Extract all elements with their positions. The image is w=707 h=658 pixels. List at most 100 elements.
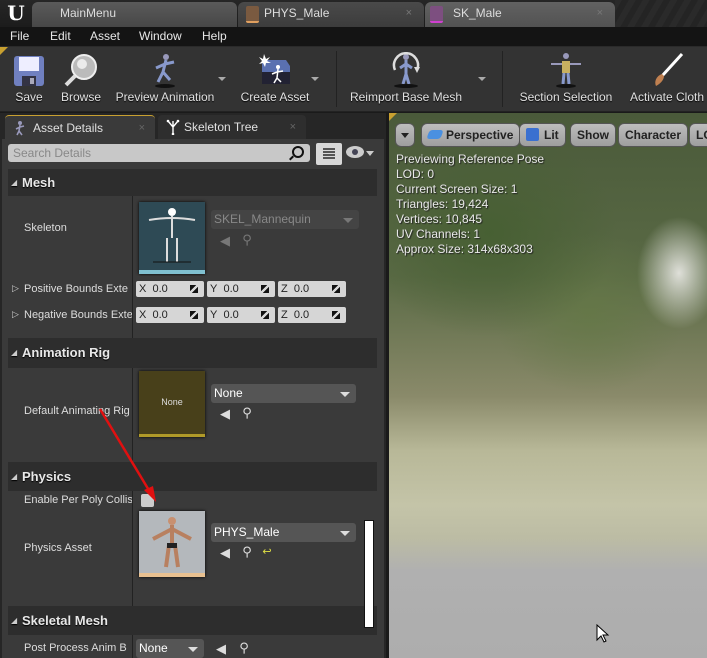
axis-value: 0.0 xyxy=(293,309,310,321)
physics-asset-thumbnail[interactable] xyxy=(139,511,205,577)
default-rig-combo[interactable]: None xyxy=(211,384,356,403)
per-poly-checkbox[interactable] xyxy=(141,494,154,507)
menu-edit[interactable]: Edit xyxy=(50,29,71,43)
browse-search-icon[interactable]: ⚲ xyxy=(237,641,251,655)
axis-label: X xyxy=(139,283,147,295)
menu-help[interactable]: Help xyxy=(202,29,227,43)
column-divider xyxy=(132,511,133,606)
paintbrush-icon xyxy=(655,52,684,86)
title-bar-background xyxy=(615,0,707,27)
close-icon[interactable]: × xyxy=(290,115,296,139)
lod-button[interactable]: LO xyxy=(689,123,707,147)
use-selected-arrow-icon[interactable]: ◀ xyxy=(214,642,228,656)
use-selected-arrow-icon[interactable]: ◀ xyxy=(218,407,232,421)
tab-main-menu[interactable]: MainMenu xyxy=(32,2,237,27)
details-scrollbar[interactable] xyxy=(364,520,374,628)
reimport-base-mesh-button[interactable]: Reimport Base Mesh xyxy=(348,50,464,108)
spin-icon[interactable] xyxy=(190,311,198,319)
preview-animation-button[interactable]: Preview Animation xyxy=(112,50,218,108)
viewport[interactable]: Perspective Lit Show Character LO Previe… xyxy=(389,113,707,658)
axis-value: 0.0 xyxy=(152,283,168,295)
viewport-info-line: UV Channels: 1 xyxy=(396,227,481,241)
category-physics[interactable]: Physics xyxy=(8,462,377,491)
category-animation-rig[interactable]: Animation Rig xyxy=(8,338,377,368)
unreal-logo-icon: U xyxy=(7,1,25,25)
expand-arrow-icon[interactable]: ▷ xyxy=(12,309,19,320)
close-icon[interactable]: × xyxy=(406,2,412,25)
category-mesh[interactable]: Mesh xyxy=(8,169,377,196)
menu-asset[interactable]: Asset xyxy=(90,29,120,43)
category-skeletal-mesh[interactable]: Skeletal Mesh xyxy=(8,606,377,635)
negative-bounds-label: Negative Bounds Exte xyxy=(24,309,132,321)
default-rig-value: None xyxy=(214,386,243,400)
default-rig-label: Default Animating Rig xyxy=(24,405,130,417)
lit-cube-icon xyxy=(526,128,539,141)
skeleton-thumbnail[interactable] xyxy=(139,202,205,274)
lit-button[interactable]: Lit xyxy=(519,123,566,147)
search-details-input[interactable]: Search Details xyxy=(8,144,310,162)
section-selection-button[interactable]: Section Selection xyxy=(516,50,616,108)
show-label: Show xyxy=(577,128,609,142)
positive-bounds-y-field[interactable]: Y 0.0 xyxy=(207,281,275,297)
spin-icon[interactable] xyxy=(190,285,198,293)
spin-icon[interactable] xyxy=(261,311,269,319)
menu-window[interactable]: Window xyxy=(139,29,182,43)
close-icon[interactable]: × xyxy=(139,116,145,140)
post-process-combo[interactable]: None xyxy=(136,639,204,658)
negative-bounds-x-field[interactable]: X 0.0 xyxy=(136,307,204,323)
use-selected-arrow-icon[interactable]: ◀ xyxy=(218,546,232,560)
search-icon xyxy=(292,146,304,158)
spin-icon[interactable] xyxy=(332,285,340,293)
skeletal-mesh-icon xyxy=(430,6,443,23)
axis-label: Z xyxy=(281,283,288,295)
reimport-dropdown-icon[interactable] xyxy=(478,77,486,81)
tab-sk-male[interactable]: SK_Male × xyxy=(425,2,615,27)
character-button[interactable]: Character xyxy=(618,123,689,147)
post-process-label: Post Process Anim B xyxy=(24,642,127,654)
browse-search-icon[interactable]: ⚲ xyxy=(240,545,254,559)
skeleton-combo: SKEL_Mannequin xyxy=(211,210,359,229)
physics-asset-combo[interactable]: PHYS_Male xyxy=(211,523,356,542)
tab-phys-male[interactable]: PHYS_Male × xyxy=(238,2,424,27)
category-title: Physics xyxy=(22,469,72,484)
menu-file[interactable]: File xyxy=(10,29,29,43)
visibility-eye-icon[interactable] xyxy=(346,146,364,158)
preview-animation-label: Preview Animation xyxy=(115,90,215,104)
negative-bounds-y-field[interactable]: Y 0.0 xyxy=(207,307,275,323)
preview-animation-dropdown-icon[interactable] xyxy=(218,77,226,81)
details-panel: Asset Details × Skeleton Tree × Search D… xyxy=(0,113,386,658)
rig-thumbnail[interactable]: None xyxy=(139,371,205,437)
tab-asset-details[interactable]: Asset Details × xyxy=(5,115,155,139)
section-selection-label: Section Selection xyxy=(519,90,613,104)
browse-search-icon[interactable]: ⚲ xyxy=(240,406,254,420)
perspective-icon xyxy=(426,130,444,139)
property-matrix-button[interactable] xyxy=(316,143,342,165)
create-asset-dropdown-icon[interactable] xyxy=(311,77,319,81)
negative-bounds-z-field[interactable]: Z 0.0 xyxy=(278,307,346,323)
activate-cloth-button[interactable]: Activate Cloth xyxy=(626,50,707,108)
reset-to-default-icon[interactable]: ↩ xyxy=(260,545,274,559)
chevron-down-icon[interactable] xyxy=(366,151,374,156)
thumbnail-text: None xyxy=(161,397,183,407)
property-row-post-process: Post Process Anim B None ◀ ⚲ xyxy=(8,635,377,658)
spin-icon[interactable] xyxy=(261,285,269,293)
positive-bounds-x-field[interactable]: X 0.0 xyxy=(136,281,204,297)
create-asset-button[interactable]: Create Asset xyxy=(238,50,312,108)
close-icon[interactable]: × xyxy=(597,2,603,25)
expand-arrow-icon[interactable]: ▷ xyxy=(12,283,19,294)
browse-search-icon: ⚲ xyxy=(242,232,252,247)
viewport-info-line: Approx Size: 314x68x303 xyxy=(396,242,533,256)
tab-skeleton-tree[interactable]: Skeleton Tree × xyxy=(158,115,306,139)
column-divider xyxy=(132,276,133,302)
positive-bounds-z-field[interactable]: Z 0.0 xyxy=(278,281,346,297)
perspective-button[interactable]: Perspective xyxy=(421,123,521,147)
spin-icon[interactable] xyxy=(332,311,340,319)
viewport-options-button[interactable] xyxy=(395,123,415,147)
chevron-down-icon xyxy=(343,218,353,223)
browse-button[interactable]: Browse xyxy=(58,50,104,108)
tab-label: SK_Male xyxy=(453,6,502,20)
show-button[interactable]: Show xyxy=(570,123,616,147)
column-divider xyxy=(132,368,133,464)
skeleton-value: SKEL_Mannequin xyxy=(214,212,311,226)
save-button[interactable]: Save xyxy=(6,50,52,108)
